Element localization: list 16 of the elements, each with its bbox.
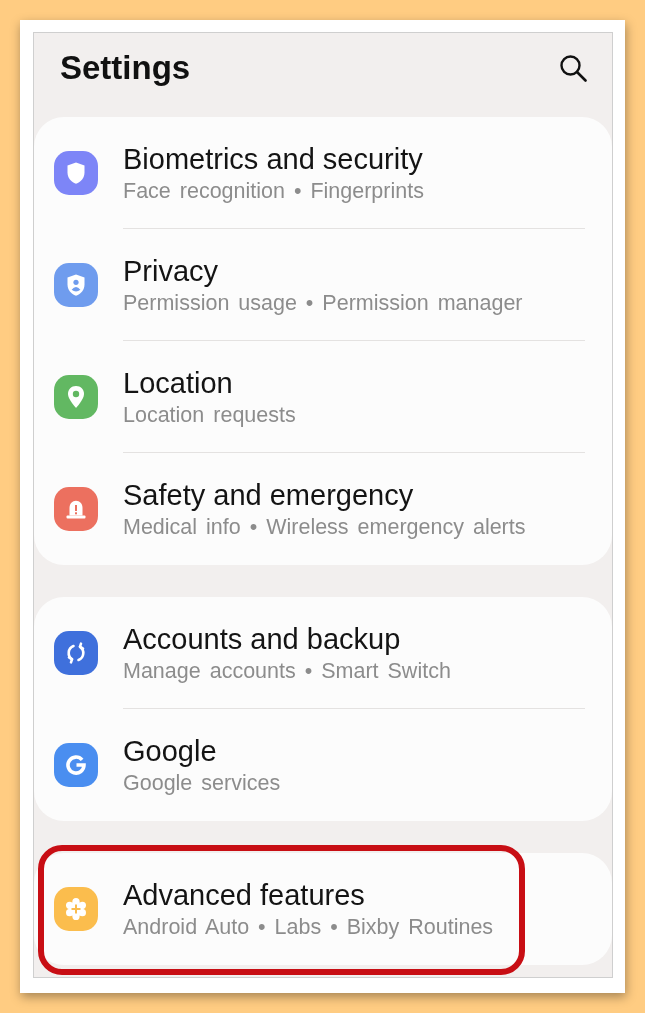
search-icon[interactable]: [559, 54, 587, 82]
page-title: Settings: [60, 49, 191, 87]
setting-title[interactable]: Accounts and backup: [123, 622, 585, 656]
setting-summary: Face recognition • Fingerprints: [123, 178, 425, 204]
setting-summary: Google services: [123, 771, 282, 796]
setting-summary: Permission usage • Permission manager: [123, 290, 524, 316]
setting-title[interactable]: Safety and emergency: [123, 479, 585, 512]
setting-title[interactable]: Biometrics and security: [123, 142, 585, 176]
setting-summary: Medical info • Wireless emergency alerts: [123, 515, 527, 540]
setting-summary: Manage accounts • Smart Switch: [123, 658, 452, 684]
setting-title[interactable]: Advanced features: [123, 879, 585, 912]
setting-title[interactable]: Privacy: [123, 254, 585, 288]
setting-summary: Location requests: [123, 402, 297, 428]
setting-title[interactable]: Google: [123, 735, 585, 768]
setting-summary: Android Auto • Labs • Bixby Routines: [123, 915, 495, 940]
setting-title[interactable]: Location: [123, 366, 585, 400]
